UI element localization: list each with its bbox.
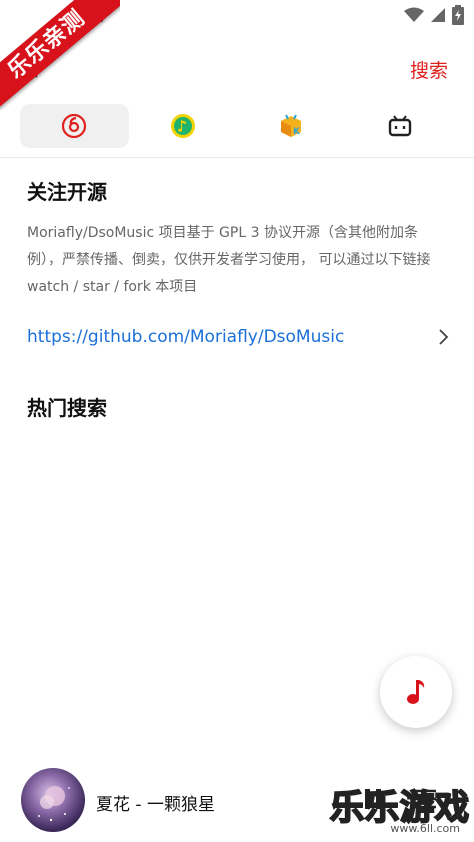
svg-text:K: K <box>293 127 301 137</box>
kuwo-music-icon: K <box>281 114 302 137</box>
watermark-ribbon: 乐乐亲测 <box>0 0 120 110</box>
netease-cloud-music-icon <box>62 114 87 138</box>
tab-bilibili[interactable] <box>346 104 455 148</box>
now-playing-title: 夏花 - 一颗狼星 <box>96 795 215 815</box>
source-tabs: K <box>20 104 454 148</box>
album-art-image <box>38 786 70 822</box>
tabs-divider <box>0 157 474 158</box>
github-link-row[interactable]: https://github.com/Moriafly/DsoMusic <box>27 322 451 352</box>
signal-icon <box>431 8 445 22</box>
ribbon-text: 乐乐亲测 <box>3 5 90 84</box>
album-cover[interactable] <box>21 768 85 832</box>
status-icons <box>404 5 464 25</box>
tab-kuwo[interactable]: K <box>237 104 346 148</box>
hot-search-title: 热门搜索 <box>27 396 107 420</box>
qq-music-icon <box>170 114 195 138</box>
chevron-right-icon <box>439 329 449 345</box>
bilibili-icon <box>388 115 411 137</box>
floating-music-button[interactable] <box>380 656 452 728</box>
search-button[interactable]: 搜索 <box>410 56 448 83</box>
open-source-title: 关注开源 <box>27 180 107 204</box>
github-link[interactable]: https://github.com/Moriafly/DsoMusic <box>27 327 344 347</box>
site-watermark-url: www.6ll.com <box>390 822 460 835</box>
battery-charging-icon <box>452 5 464 25</box>
tab-netease[interactable] <box>20 104 129 148</box>
open-source-description: Moriafly/DsoMusic 项目基于 GPL 3 协议开源（含其他附加条… <box>27 225 431 295</box>
wifi-icon <box>404 7 424 22</box>
mini-player[interactable]: 夏花 - 一颗狼星 乐乐游戏 www.6ll.com <box>0 760 474 842</box>
music-note-icon <box>407 680 425 704</box>
tab-qq-music[interactable] <box>129 104 238 148</box>
